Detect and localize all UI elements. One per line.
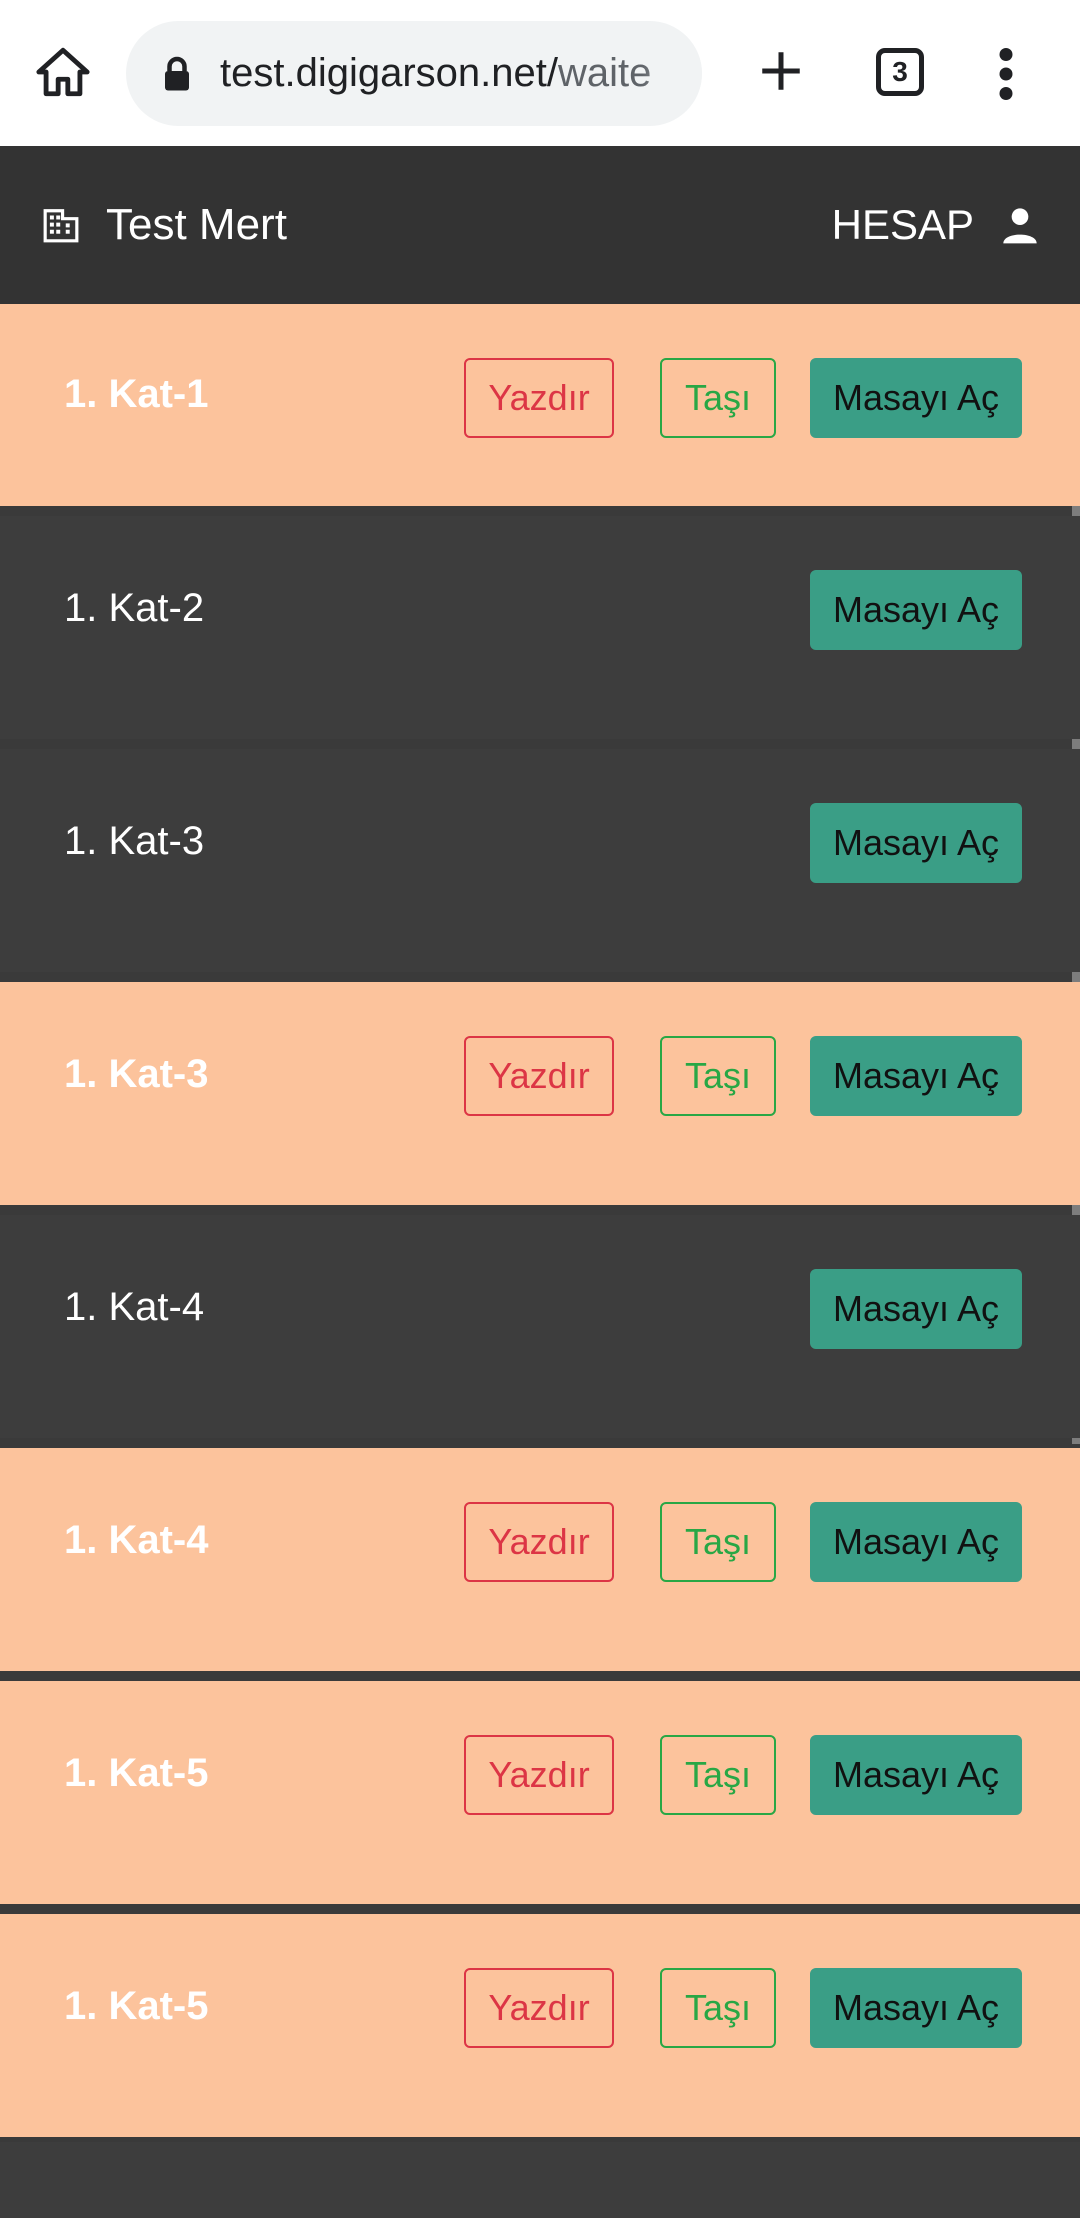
table-list: 1. Kat-1 Yazdır Taşı Masayı Aç 1. Kat-2 … xyxy=(0,304,1080,2137)
print-button[interactable]: Yazdır xyxy=(464,1968,614,2048)
table-row[interactable]: 1. Kat-4 Masayı Aç xyxy=(0,1215,1080,1438)
move-button[interactable]: Taşı xyxy=(660,1036,776,1116)
table-name: 1. Kat-5 xyxy=(64,1984,209,2028)
move-button[interactable]: Taşı xyxy=(660,1735,776,1815)
more-options-icon[interactable] xyxy=(996,48,1016,100)
tab-switcher-button[interactable]: 3 xyxy=(876,48,924,96)
open-table-button[interactable]: Masayı Aç xyxy=(810,1502,1022,1582)
table-name: 1. Kat-3 xyxy=(64,1052,209,1096)
new-tab-icon[interactable] xyxy=(756,46,806,96)
table-name: 1. Kat-2 xyxy=(64,586,205,630)
table-name: 1. Kat-4 xyxy=(64,1518,209,1562)
table-row[interactable]: 1. Kat-2 Masayı Aç xyxy=(0,516,1080,739)
table-row[interactable]: 1. Kat-3 Masayı Aç xyxy=(0,749,1080,972)
move-button[interactable]: Taşı xyxy=(660,358,776,438)
table-row[interactable]: 1. Kat-3 Yazdır Taşı Masayı Aç xyxy=(0,982,1080,1205)
open-table-button[interactable]: Masayı Aç xyxy=(810,1968,1022,2048)
open-table-button[interactable]: Masayı Aç xyxy=(810,1036,1022,1116)
table-row[interactable]: 1. Kat-5 Yazdır Taşı Masayı Aç xyxy=(0,1914,1080,2137)
table-name: 1. Kat-4 xyxy=(64,1285,205,1329)
url-path: waite xyxy=(558,51,652,95)
print-button[interactable]: Yazdır xyxy=(464,358,614,438)
address-bar[interactable]: test.digigarson.net/waite xyxy=(126,21,702,126)
open-table-button[interactable]: Masayı Aç xyxy=(810,803,1022,883)
print-button[interactable]: Yazdır xyxy=(464,1036,614,1116)
open-table-button[interactable]: Masayı Aç xyxy=(810,570,1022,650)
account-label: HESAP xyxy=(831,201,974,248)
table-name: 1. Kat-3 xyxy=(64,819,205,863)
print-button[interactable]: Yazdır xyxy=(464,1735,614,1815)
table-name: 1. Kat-1 xyxy=(64,372,209,416)
open-table-button[interactable]: Masayı Aç xyxy=(810,1269,1022,1349)
browser-toolbar: test.digigarson.net/waite 3 xyxy=(0,0,1080,146)
url-text: test.digigarson.net/waite xyxy=(220,21,651,126)
url-domain: test.digigarson.net/ xyxy=(220,51,558,95)
url-fade xyxy=(642,21,702,126)
print-button[interactable]: Yazdır xyxy=(464,1502,614,1582)
person-icon xyxy=(1003,208,1037,244)
app-header: Test Mert HESAP xyxy=(0,146,1080,304)
next-row-partial xyxy=(0,2142,1080,2218)
lock-icon xyxy=(165,56,189,91)
account-button[interactable]: HESAP xyxy=(832,146,1040,304)
move-button[interactable]: Taşı xyxy=(660,1502,776,1582)
move-button[interactable]: Taşı xyxy=(660,1968,776,2048)
building-icon xyxy=(43,209,79,243)
table-row[interactable]: 1. Kat-4 Yazdır Taşı Masayı Aç xyxy=(0,1448,1080,1671)
home-icon[interactable] xyxy=(34,43,92,101)
restaurant-title: Test Mert xyxy=(106,200,287,249)
table-row[interactable]: 1. Kat-1 Yazdır Taşı Masayı Aç xyxy=(0,304,1080,506)
table-row[interactable]: 1. Kat-5 Yazdır Taşı Masayı Aç xyxy=(0,1681,1080,1904)
open-table-button[interactable]: Masayı Aç xyxy=(810,358,1022,438)
table-name: 1. Kat-5 xyxy=(64,1751,209,1795)
open-table-button[interactable]: Masayı Aç xyxy=(810,1735,1022,1815)
